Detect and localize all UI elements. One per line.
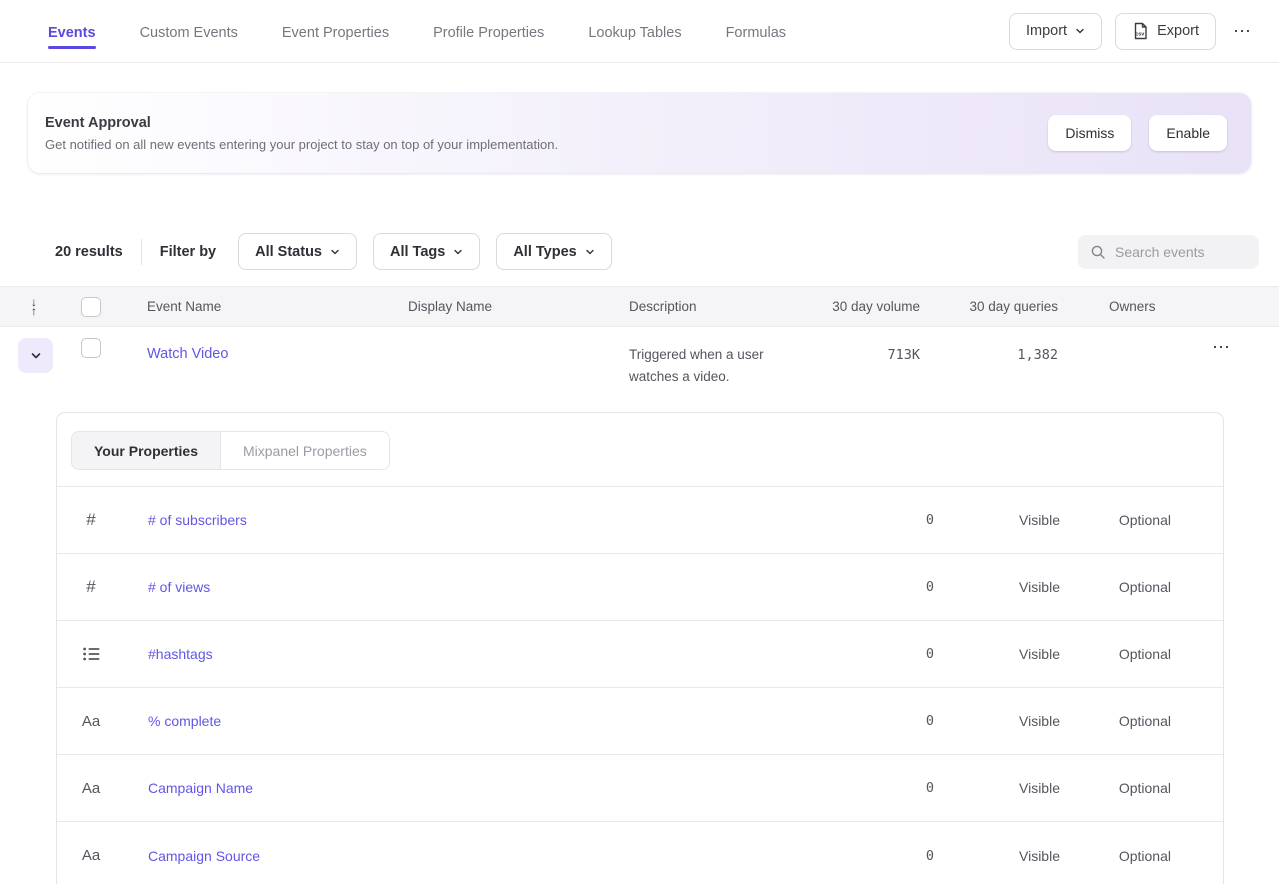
- col-30-day-queries: 30 day queries: [920, 299, 1058, 314]
- list-type-icon: [74, 647, 108, 661]
- event-properties-panel: Your Properties Mixpanel Properties # # …: [56, 412, 1224, 884]
- property-visibility: Visible: [934, 848, 1060, 864]
- property-requirement: Optional: [1060, 780, 1223, 796]
- export-button[interactable]: csv Export: [1115, 13, 1216, 50]
- text-type-icon: Aa: [74, 780, 108, 797]
- col-30-day-volume: 30 day volume: [812, 299, 920, 314]
- select-all-checkbox[interactable]: [81, 297, 101, 317]
- property-count: 0: [844, 646, 934, 662]
- property-visibility: Visible: [934, 780, 1060, 796]
- status-filter-label: All Status: [255, 244, 322, 260]
- status-filter-dropdown[interactable]: All Status: [238, 233, 357, 270]
- property-requirement: Optional: [1060, 646, 1223, 662]
- property-row: Aa Campaign Name 0 Visible Optional: [57, 755, 1223, 822]
- properties-tabs-section: Your Properties Mixpanel Properties: [57, 413, 1223, 487]
- tags-filter-label: All Tags: [390, 244, 445, 260]
- import-button-label: Import: [1026, 23, 1067, 39]
- property-row: # # of subscribers 0 Visible Optional: [57, 487, 1223, 554]
- property-requirement: Optional: [1060, 848, 1223, 864]
- tab-mixpanel-properties[interactable]: Mixpanel Properties: [221, 432, 389, 469]
- import-button[interactable]: Import: [1009, 13, 1102, 50]
- col-description: Description: [612, 299, 812, 314]
- col-event-name: Event Name: [130, 299, 391, 314]
- property-name-link[interactable]: #hashtags: [148, 646, 213, 662]
- event-name-link[interactable]: Watch Video: [147, 338, 228, 362]
- property-name-link[interactable]: # of views: [148, 579, 210, 595]
- filter-by-label: Filter by: [160, 244, 216, 260]
- property-requirement: Optional: [1060, 579, 1223, 595]
- tab-your-properties[interactable]: Your Properties: [72, 432, 221, 469]
- tab-formulas[interactable]: Formulas: [726, 4, 786, 59]
- number-type-icon: #: [74, 510, 108, 530]
- event-approval-banner: Event Approval Get notified on all new e…: [28, 93, 1251, 173]
- banner-description: Get notified on all new events entering …: [45, 137, 1048, 152]
- svg-text:csv: csv: [1135, 32, 1145, 38]
- types-filter-label: All Types: [513, 244, 576, 260]
- col-owners: Owners: [1058, 299, 1279, 314]
- property-name-link[interactable]: % complete: [148, 713, 221, 729]
- property-requirement: Optional: [1060, 713, 1223, 729]
- text-type-icon: Aa: [74, 713, 108, 730]
- tags-filter-dropdown[interactable]: All Tags: [373, 233, 480, 270]
- property-count: 0: [844, 713, 934, 729]
- property-row: Aa % complete 0 Visible Optional: [57, 688, 1223, 755]
- top-navigation-bar: Events Custom Events Event Properties Pr…: [0, 0, 1279, 63]
- property-count: 0: [844, 780, 934, 796]
- tab-events[interactable]: Events: [48, 4, 96, 59]
- property-visibility: Visible: [934, 579, 1060, 595]
- enable-button[interactable]: Enable: [1149, 115, 1227, 151]
- search-input[interactable]: Search events: [1078, 235, 1259, 269]
- types-filter-dropdown[interactable]: All Types: [496, 233, 611, 270]
- property-visibility: Visible: [934, 646, 1060, 662]
- topbar-actions: Import csv Export ⋯: [1009, 13, 1257, 50]
- search-icon: [1090, 244, 1106, 260]
- volume-cell: 713K: [812, 338, 920, 363]
- property-visibility: Visible: [934, 512, 1060, 528]
- queries-cell: 1,382: [920, 338, 1058, 363]
- property-name-link[interactable]: Campaign Name: [148, 780, 253, 796]
- property-name-link[interactable]: Campaign Source: [148, 848, 260, 864]
- nav-tabs: Events Custom Events Event Properties Pr…: [48, 4, 1009, 59]
- property-count: 0: [844, 512, 934, 528]
- number-type-icon: #: [74, 577, 108, 597]
- description-cell: Triggered when a user watches a video.: [629, 338, 789, 388]
- banner-text: Event Approval Get notified on all new e…: [45, 115, 1048, 152]
- csv-file-icon: csv: [1132, 22, 1149, 40]
- row-checkbox[interactable]: [81, 338, 101, 358]
- property-requirement: Optional: [1060, 512, 1223, 528]
- tab-event-properties[interactable]: Event Properties: [282, 4, 389, 59]
- chevron-down-icon: [453, 247, 463, 257]
- banner-title: Event Approval: [45, 115, 1048, 131]
- property-visibility: Visible: [934, 713, 1060, 729]
- properties-tab-group: Your Properties Mixpanel Properties: [71, 431, 390, 470]
- table-header: ↓↑ Event Name Display Name Description 3…: [0, 286, 1279, 327]
- results-count: 20 results: [55, 244, 123, 260]
- col-display-name: Display Name: [391, 299, 612, 314]
- export-button-label: Export: [1157, 23, 1199, 39]
- collapse-all-icon[interactable]: ↓↑: [27, 298, 41, 316]
- property-row: Aa Campaign Source 0 Visible Optional: [57, 822, 1223, 884]
- banner-section: Event Approval Get notified on all new e…: [0, 63, 1279, 173]
- tab-custom-events[interactable]: Custom Events: [140, 4, 238, 59]
- filter-toolbar: 20 results Filter by All Status All Tags…: [55, 233, 1259, 270]
- property-count: 0: [844, 848, 934, 864]
- collapse-row-button[interactable]: [18, 338, 53, 373]
- divider: [141, 239, 142, 265]
- row-menu-button[interactable]: ⋯: [1208, 331, 1236, 363]
- tab-profile-properties[interactable]: Profile Properties: [433, 4, 544, 59]
- chevron-down-icon: [330, 247, 340, 257]
- chevron-down-icon: [585, 247, 595, 257]
- property-row: #hashtags 0 Visible Optional: [57, 621, 1223, 688]
- table-row: Watch Video Triggered when a user watche…: [0, 327, 1279, 400]
- property-name-link[interactable]: # of subscribers: [148, 512, 247, 528]
- chevron-down-icon: [1075, 26, 1085, 36]
- search-placeholder: Search events: [1115, 244, 1205, 260]
- text-type-icon: Aa: [74, 847, 108, 864]
- tab-lookup-tables[interactable]: Lookup Tables: [588, 4, 681, 59]
- property-count: 0: [844, 579, 934, 595]
- dismiss-button[interactable]: Dismiss: [1048, 115, 1131, 151]
- property-row: # # of views 0 Visible Optional: [57, 554, 1223, 621]
- overflow-menu-button[interactable]: ⋯: [1229, 20, 1257, 42]
